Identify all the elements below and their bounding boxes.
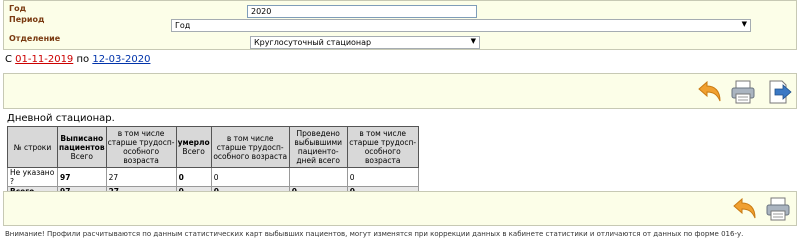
cell-died-elderly: 0 — [210, 167, 290, 187]
header-row-no: № строки — [7, 126, 58, 168]
table-row: Не указано ? 97 27 0 0 0 — [7, 167, 419, 187]
period-to-prefix: по — [76, 54, 90, 65]
department-select[interactable]: Круглосуточный стационар ▼ — [250, 36, 480, 49]
top-toolbar — [3, 73, 797, 109]
header-discharged-sub: Всего — [70, 151, 93, 161]
cell-bed-days-elderly: 0 — [346, 167, 419, 187]
printer-icon[interactable] — [765, 196, 791, 222]
period-range: С 01-11-2019 по 12-03-2020 — [5, 54, 150, 65]
header-died-title: умерло — [177, 138, 210, 147]
header-bed-days-elderly: в том числе старше трудосп-особного возр… — [346, 126, 419, 168]
cell-died: 0 — [175, 167, 212, 187]
header-died-elderly: в том числе старше трудосп-особного возр… — [210, 126, 290, 168]
back-arrow-icon[interactable] — [697, 81, 723, 103]
table-header-row: № строки Выписано пациентов Всего в том … — [7, 126, 419, 168]
chevron-down-icon: ▼ — [741, 20, 747, 28]
cell-discharged-elderly: 27 — [105, 167, 177, 187]
bottom-toolbar — [3, 191, 797, 226]
row-name-cell: Не указано ? — [7, 167, 58, 187]
period-select[interactable]: Год ▼ — [171, 19, 751, 32]
header-died-sub: Всего — [182, 147, 205, 156]
header-discharged: Выписано пациентов Всего — [57, 126, 107, 168]
header-died: умерло Всего — [175, 126, 212, 168]
department-select-value: Круглосуточный стационар — [254, 38, 372, 47]
row-number: ? — [10, 177, 14, 186]
chevron-down-icon: ▼ — [470, 37, 476, 45]
period-label: Период — [9, 15, 45, 24]
notice-text: Внимание! Профили расчитываются по данны… — [5, 230, 744, 238]
department-label: Отделение — [9, 34, 61, 43]
period-from-prefix: С — [5, 54, 12, 65]
header-discharged-elderly: в том числе старше трудосп-особного возр… — [105, 126, 177, 168]
cell-bed-days — [288, 167, 348, 187]
period-from-date[interactable]: 01-11-2019 — [15, 54, 73, 65]
period-select-value: Год — [175, 21, 191, 30]
header-bed-days: Проведено выбывшими пациенто-дней всего — [288, 126, 348, 168]
section-title: Дневной стационар. — [7, 113, 115, 124]
period-to-date[interactable]: 12-03-2020 — [92, 54, 150, 65]
export-arrow-icon[interactable] — [766, 79, 792, 105]
filter-panel: Год Период Год ▼ Отделение Круглосуточны… — [3, 0, 797, 50]
year-label: Год — [9, 4, 27, 13]
year-input[interactable] — [247, 5, 477, 18]
row-name: Не указано — [10, 168, 55, 177]
printer-icon[interactable] — [730, 79, 756, 105]
back-arrow-icon[interactable] — [732, 198, 758, 220]
cell-discharged: 97 — [57, 167, 107, 187]
report-table: № строки Выписано пациентов Всего в том … — [7, 126, 419, 197]
header-discharged-title: Выписано пациентов — [59, 133, 105, 152]
